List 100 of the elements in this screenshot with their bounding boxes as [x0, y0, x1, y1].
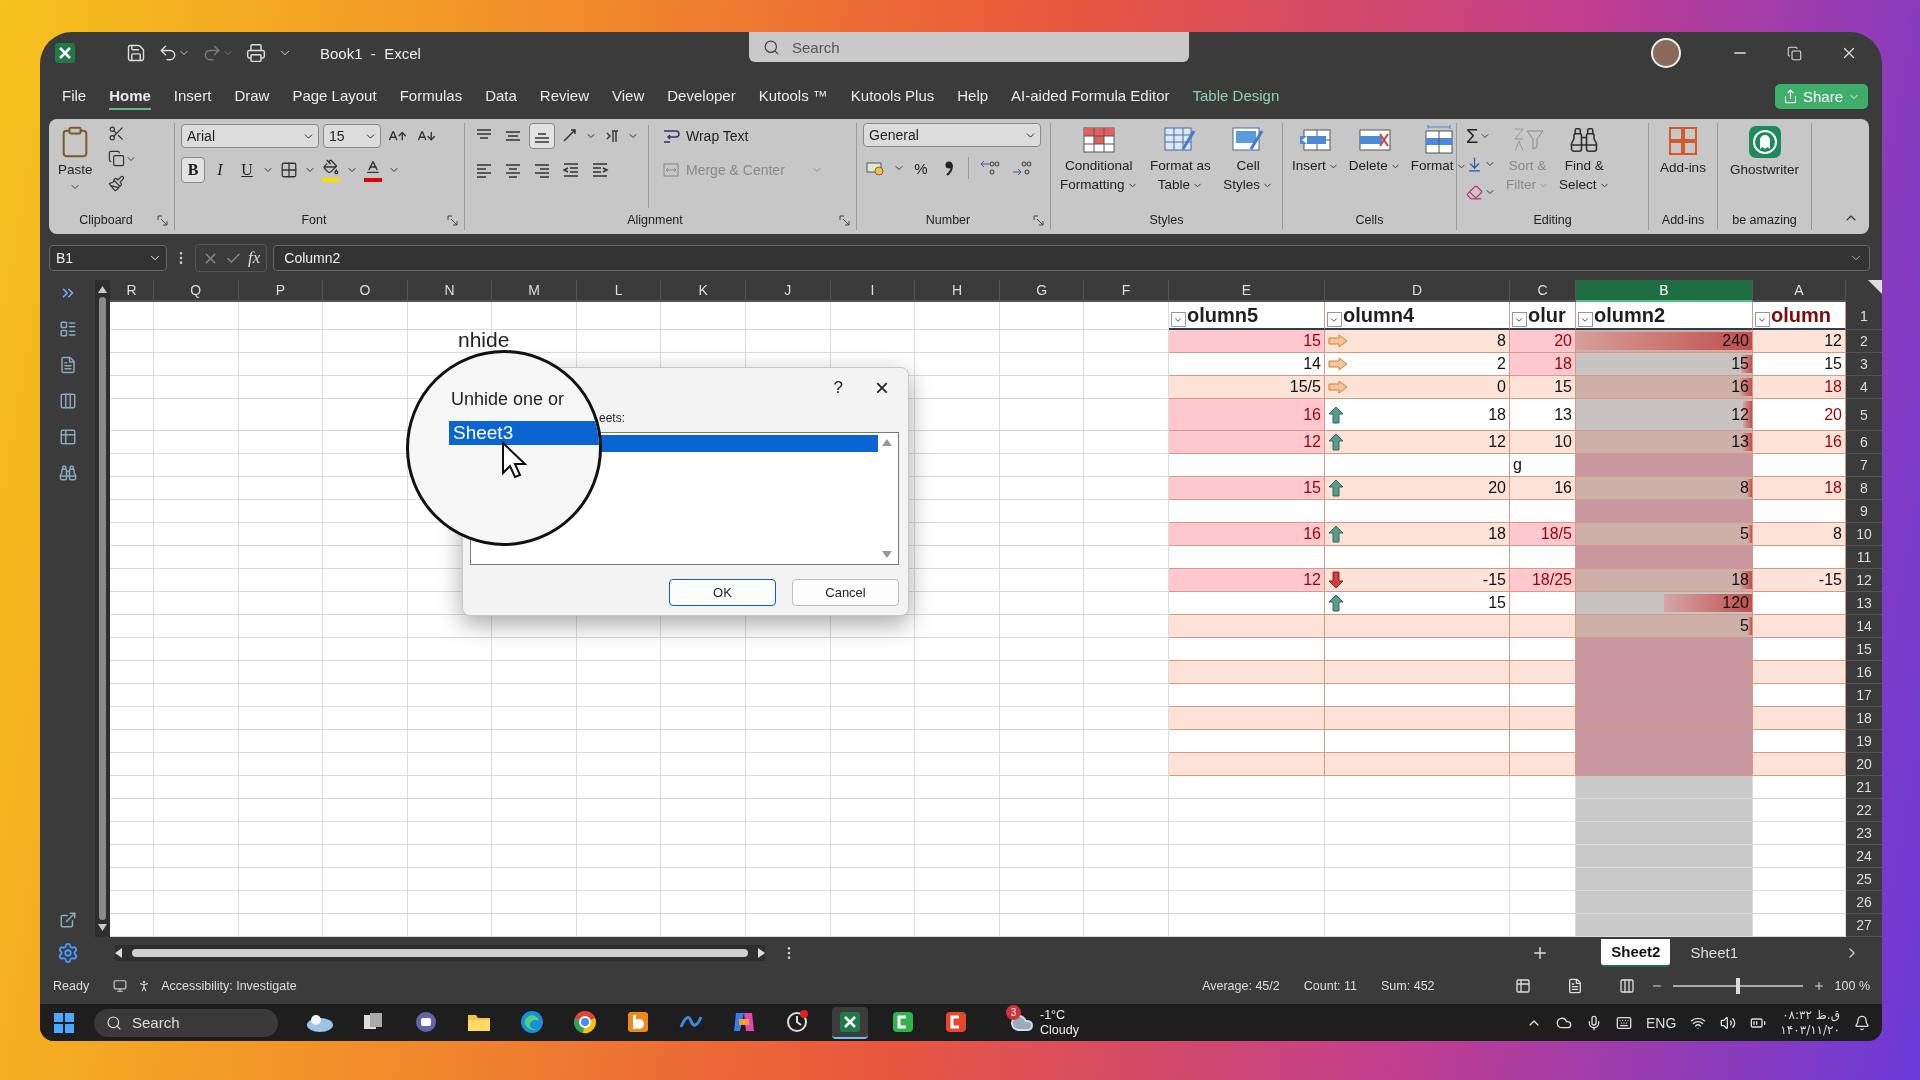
ribbon-button[interactable]: Find & Select — [1556, 123, 1613, 195]
zoom-level[interactable]: 100 % — [1834, 979, 1870, 993]
paste-button[interactable]: Paste — [55, 123, 96, 195]
menu-tab[interactable]: Help — [957, 83, 989, 110]
column-header-letter[interactable]: F — [1084, 280, 1169, 302]
help-button[interactable]: ? — [829, 375, 847, 400]
menu-tab[interactable]: Kutools ™ — [758, 83, 828, 110]
menu-tab[interactable]: Kutools Plus — [850, 83, 935, 110]
table-cell: 12 — [1168, 431, 1325, 454]
table-cell: 16 — [1509, 477, 1576, 500]
column-header-letter[interactable]: K — [661, 280, 747, 302]
dialog-title: nhide — [458, 328, 510, 352]
autosum-button[interactable]: Σ — [1463, 123, 1495, 149]
underline-button[interactable]: U — [235, 157, 259, 183]
dialog-button[interactable]: OK — [669, 579, 776, 606]
field-label: eets: — [598, 409, 626, 427]
sheet-tab[interactable]: Sheet1 — [1680, 938, 1748, 967]
group-label: Number — [924, 213, 972, 227]
column-header-letter[interactable]: D — [1324, 280, 1510, 302]
group-label: Add-ins — [1660, 213, 1706, 227]
window-title: Book1 - Excel — [320, 44, 421, 62]
menu-tab[interactable]: Review — [539, 83, 590, 110]
group-label: Clipboard — [78, 213, 134, 227]
column-header-letter[interactable]: L — [576, 280, 662, 302]
insert-function-button[interactable]: fx — [248, 248, 261, 268]
menu-tab[interactable]: Developer — [667, 83, 736, 110]
table-cell: 18 — [1752, 477, 1846, 500]
table-cell: 14 — [1168, 353, 1325, 376]
percent-button[interactable]: % — [909, 155, 933, 181]
name-box[interactable]: B1 — [49, 245, 167, 271]
column-header-letter[interactable]: N — [407, 280, 493, 302]
clock[interactable]: ۰۸:۳۲ ق.ظ ۱۴۰۳/۱۱/۲۰ — [1780, 1007, 1840, 1038]
wrap-text-button[interactable]: Wrap Text — [658, 123, 827, 149]
italic-button[interactable]: I — [208, 157, 232, 183]
table-cell: 12 — [1168, 569, 1325, 592]
table-cell: 12 — [1324, 431, 1510, 454]
table-cell: 15 — [1575, 353, 1753, 376]
column-header-letter[interactable]: B — [1575, 280, 1753, 302]
menu-tab[interactable]: AI-aided Formula Editor — [1011, 83, 1170, 110]
ribbon-button[interactable]: Format as Table — [1147, 123, 1214, 195]
table-cell: 0 — [1324, 376, 1510, 399]
column-header-letter[interactable]: H — [915, 280, 1000, 302]
column-header-letter[interactable]: Q — [154, 280, 239, 302]
number-format-select[interactable]: General — [863, 123, 1041, 147]
font-size-select[interactable]: 15 — [323, 124, 381, 148]
ribbon-button[interactable]: Delete — [1345, 123, 1404, 176]
temperature: -1°C — [1040, 1007, 1067, 1023]
column-header-letter[interactable]: M — [492, 280, 577, 302]
ribbon-button[interactable]: Ghostwriter — [1727, 123, 1802, 180]
column-header-letter[interactable]: A — [1752, 280, 1846, 302]
table-cell: 15 — [1509, 376, 1576, 399]
menu-tab[interactable]: Page Layout — [292, 83, 377, 110]
ribbon-button[interactable]: Add-ins — [1657, 123, 1709, 178]
table-cell: 5 — [1575, 615, 1753, 638]
accessibility-status[interactable]: Accessibility: Investigate — [161, 979, 297, 993]
table-cell: 8 — [1324, 330, 1510, 353]
menu-tab[interactable]: Insert — [173, 83, 212, 110]
table-cell: 13 — [1509, 399, 1576, 431]
group-label: Cells — [1354, 213, 1385, 227]
table-cell: 15 — [1168, 330, 1325, 353]
column-header: olumn5 — [1186, 303, 1259, 327]
formula-field[interactable]: Column2 — [273, 245, 1870, 271]
column-header-letter[interactable]: G — [999, 280, 1085, 302]
menu-tab[interactable]: Formulas — [399, 83, 463, 110]
table-cell: 16 — [1168, 399, 1325, 431]
menu-tab[interactable]: View — [612, 83, 645, 110]
close-button[interactable]: × — [871, 371, 893, 404]
table-cell: g — [1509, 454, 1576, 477]
column-header-letter[interactable]: C — [1509, 280, 1576, 302]
table-cell: 18/25 — [1509, 569, 1576, 592]
ribbon-button[interactable]: Insert — [1289, 123, 1342, 176]
table-cell: 12 — [1752, 330, 1846, 353]
language-indicator[interactable]: ENG — [1646, 1014, 1677, 1031]
sheet-tab[interactable]: Sheet2 — [1601, 938, 1671, 967]
column-header-letter[interactable]: R — [110, 280, 154, 302]
menu-tab[interactable]: File — [62, 83, 87, 110]
search-field[interactable]: Search — [749, 32, 1189, 62]
column-header-letter[interactable]: E — [1168, 280, 1325, 302]
menu-tab[interactable]: Draw — [234, 83, 270, 110]
table-cell: 120 — [1575, 592, 1753, 615]
menu-tab[interactable]: Home — [109, 83, 151, 110]
table-cell: 5 — [1575, 523, 1753, 546]
menu-tab[interactable]: Table Design — [1192, 83, 1280, 110]
column-header-letter[interactable]: O — [323, 280, 408, 302]
menu-tab[interactable]: Data — [485, 83, 517, 110]
ribbon-button[interactable]: Cell Styles — [1220, 123, 1276, 195]
search-field[interactable]: Search — [94, 1008, 278, 1037]
group-label: Styles — [1148, 213, 1185, 227]
status-text: Ready — [53, 979, 90, 993]
list-item[interactable]: Sheet3 — [449, 421, 599, 445]
column-header-letter[interactable]: I — [830, 280, 916, 302]
column-header-letter[interactable]: J — [746, 280, 831, 302]
table-cell: 18 — [1575, 569, 1753, 592]
bold-button[interactable]: B — [181, 157, 205, 183]
column-header-letter[interactable]: P — [238, 280, 324, 302]
font-name-select[interactable]: Arial — [181, 124, 319, 148]
ribbon-button[interactable]: Conditional Formatting — [1057, 123, 1141, 195]
field-label: Unhide one or — [451, 389, 565, 410]
table-cell: 8 — [1575, 477, 1753, 500]
table-cell: 18 — [1752, 376, 1846, 399]
